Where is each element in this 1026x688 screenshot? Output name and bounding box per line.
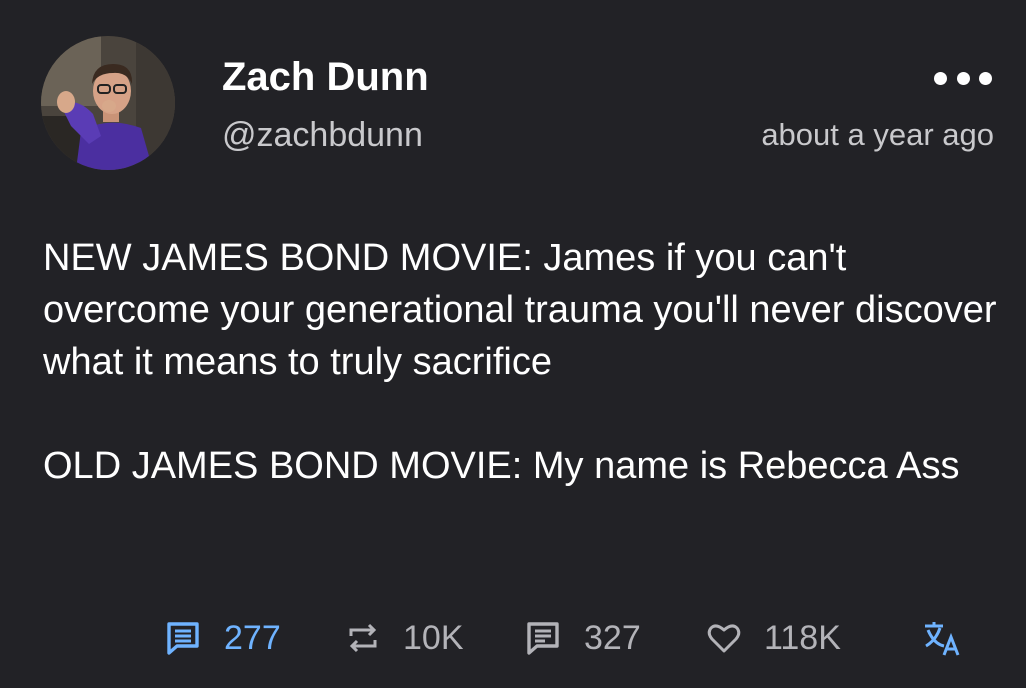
comments-count: 277 xyxy=(224,618,281,657)
tweet-card: Zach Dunn @zachbdunn about a year ago NE… xyxy=(0,0,1026,688)
author-display-name[interactable]: Zach Dunn xyxy=(222,55,429,100)
heart-icon xyxy=(707,624,741,653)
tweet-paragraph: NEW JAMES BOND MOVIE: James if you can't… xyxy=(43,237,997,383)
tweet-paragraph: OLD JAMES BOND MOVIE: My name is Rebecca… xyxy=(43,445,960,487)
author-handle[interactable]: @zachbdunn xyxy=(222,116,423,155)
retweet-button[interactable]: 10K xyxy=(345,612,464,664)
quote-icon xyxy=(527,622,559,655)
more-dots-icon xyxy=(956,71,970,85)
retweet-icon xyxy=(349,623,377,653)
more-options-button[interactable] xyxy=(934,66,992,90)
quote-button[interactable]: 327 xyxy=(524,612,641,664)
retweets-count: 10K xyxy=(403,618,464,657)
timestamp[interactable]: about a year ago xyxy=(761,117,994,153)
quotes-count: 327 xyxy=(584,618,641,657)
action-bar: 277 10K 327 118K xyxy=(0,612,1026,664)
avatar[interactable] xyxy=(41,36,175,170)
translate-icon xyxy=(925,622,960,656)
comment-icon xyxy=(167,622,199,655)
avatar-image xyxy=(41,36,175,170)
translate-button[interactable] xyxy=(922,612,962,664)
more-dots-icon xyxy=(934,71,947,85)
more-dots-icon xyxy=(979,71,992,85)
comments-button[interactable]: 277 xyxy=(164,612,281,664)
tweet-body: NEW JAMES BOND MOVIE: James if you can't… xyxy=(43,232,1003,492)
likes-count: 118K xyxy=(764,618,841,657)
like-button[interactable]: 118K xyxy=(706,612,841,664)
